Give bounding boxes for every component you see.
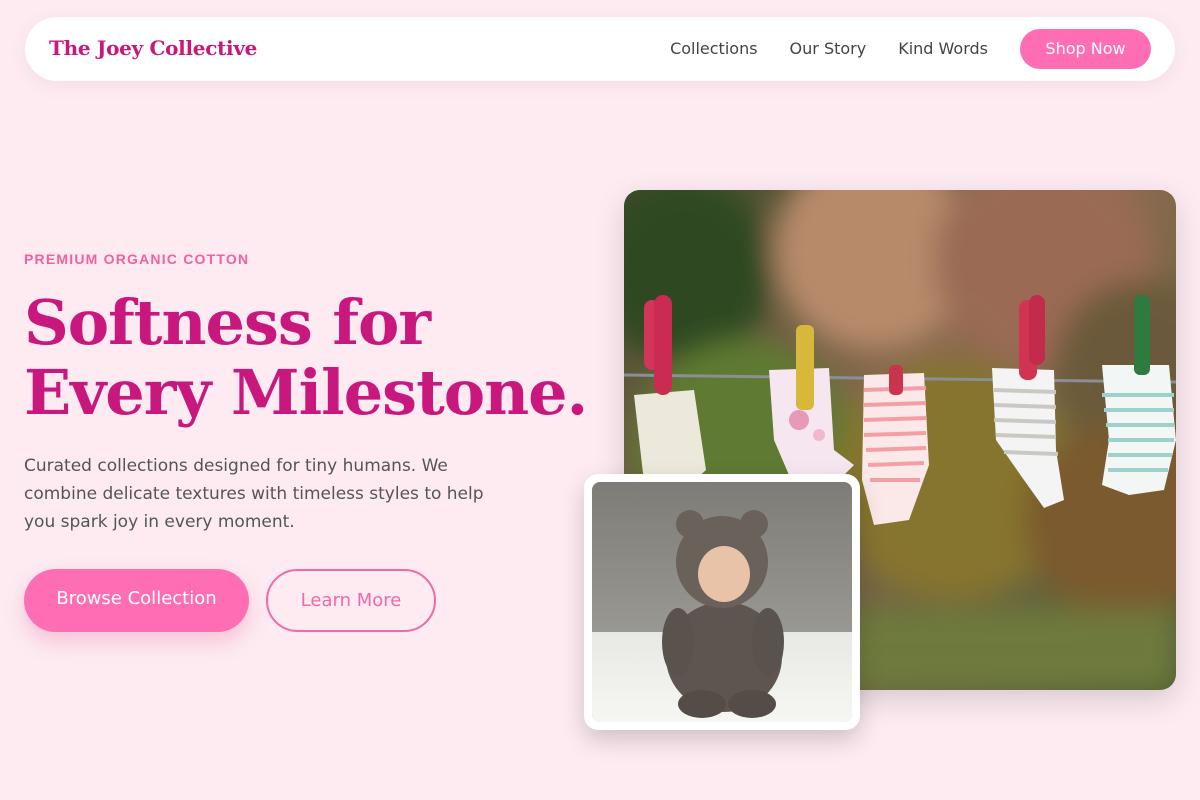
nav-link-kind-words[interactable]: Kind Words: [898, 29, 988, 69]
top-navbar: The Joey Collective Collections Our Stor…: [25, 17, 1175, 81]
nav-link-our-story[interactable]: Our Story: [790, 29, 867, 69]
nav-links: Collections Our Story Kind Words Shop No…: [670, 29, 1151, 69]
hero-eyebrow: PREMIUM ORGANIC COTTON: [24, 251, 250, 267]
hero-description: Curated collections designed for tiny hu…: [24, 456, 484, 532]
browse-collection-button[interactable]: Browse Collection: [24, 569, 249, 632]
shop-now-button[interactable]: Shop Now: [1020, 29, 1151, 69]
hero-photo-baby: [584, 474, 860, 730]
learn-more-button[interactable]: Learn More: [266, 569, 436, 632]
hero-headline-line-1: Softness for: [24, 286, 431, 359]
brand-logo[interactable]: The Joey Collective: [49, 36, 257, 60]
hero-headline: Softness for Every Milestone.: [24, 288, 614, 428]
baby-photo-frame: [592, 482, 852, 722]
hero-headline-line-2: Every Milestone.: [24, 356, 588, 429]
nav-link-collections[interactable]: Collections: [670, 29, 757, 69]
baby-bear-hoodie-image: [592, 482, 852, 722]
